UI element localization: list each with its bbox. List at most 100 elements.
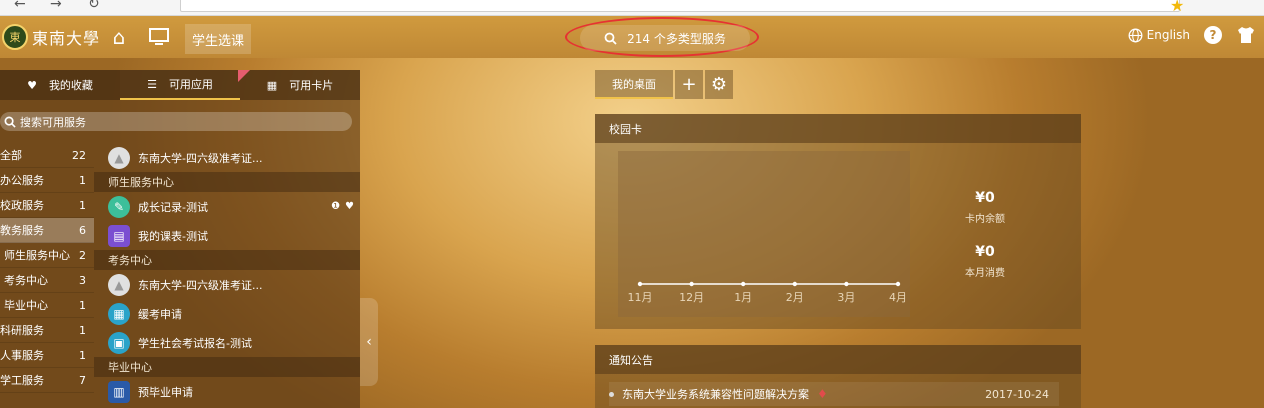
category-name: 办公服务 (0, 174, 44, 187)
home-icon[interactable]: ⌂ (104, 22, 134, 52)
search-placeholder: 搜索可用服务 (20, 115, 86, 129)
panel-tabs: ♥ 我的收藏 ☰ 可用应用 ▦ 可用卡片 (0, 70, 360, 100)
subcategory-item[interactable]: 师生服务中心 2 (0, 243, 94, 268)
desktop-icon[interactable] (144, 22, 174, 52)
bullet-dot (609, 391, 614, 397)
tab-student-course-selection[interactable]: 学生选课 (185, 24, 252, 54)
category-item[interactable]: 办公服务 1 (0, 168, 94, 193)
x-tick-label: 3月 (837, 291, 855, 304)
category-count: 1 (79, 173, 86, 187)
service-item[interactable]: ▤ 我的课表-测试 (94, 221, 360, 250)
collapse-panel-handle[interactable]: ‹ (360, 298, 378, 386)
clipboard-icon: ▦ (108, 302, 130, 325)
service-item[interactable]: ▣ 学生社会考试报名-测试 (94, 328, 360, 357)
category-name: 师生服务中心 (4, 249, 70, 262)
category-name: 全部 (0, 149, 22, 162)
category-name: 人事服务 (0, 349, 44, 362)
data-point[interactable] (689, 281, 694, 287)
data-point[interactable] (895, 281, 901, 287)
tab-available-cards[interactable]: ▦ 可用卡片 (240, 70, 360, 100)
data-point[interactable] (844, 281, 849, 287)
service-item[interactable]: ▲ 东南大学-四六级准考证... (94, 143, 360, 172)
theme-shirt-icon[interactable] (1236, 26, 1256, 44)
address-bar[interactable] (180, 0, 1180, 12)
data-point[interactable] (792, 281, 797, 287)
category-item[interactable]: 全部 22 (0, 143, 94, 168)
x-tick-label: 4月 (889, 291, 907, 304)
search-label: 214 个多类型服务 (627, 31, 726, 46)
service-item[interactable]: ▥ 预毕业申请 (94, 377, 360, 406)
language-label: English (1146, 28, 1190, 42)
desktop-tabs: 我的桌面 + ⚙ (595, 70, 733, 99)
service-name: 学生社会考试报名-测试 (138, 336, 252, 350)
monthly-spend-value: ¥0 (975, 244, 995, 260)
university-logo[interactable]: 東 東南大學 (2, 24, 100, 50)
category-item[interactable]: 校政服务 1 (0, 193, 94, 218)
data-point[interactable] (637, 281, 643, 287)
service-group-header: 考务中心 (94, 250, 360, 270)
category-item[interactable]: 学工服务 7 (0, 368, 94, 393)
category-count: 1 (79, 323, 86, 337)
subcategory-item[interactable]: 考务中心 3 (0, 268, 94, 293)
back-icon[interactable]: ← (14, 0, 26, 12)
category-item[interactable]: 教务服务 6 (0, 218, 94, 243)
forward-icon[interactable]: → (50, 0, 62, 12)
tab-my-favorites[interactable]: ♥ 我的收藏 (0, 70, 120, 100)
category-item[interactable]: 科研服务 1 (0, 318, 94, 343)
campus-card-widget: 校园卡 11月 12月 1月 2月 3月 4月 ¥0 卡内余额 ¥0 本月消费 (595, 114, 1081, 329)
subcategory-item[interactable]: 毕业中心 1 (0, 293, 94, 318)
reload-icon[interactable]: ↻ (88, 0, 100, 12)
balance-value: ¥0 (975, 190, 995, 206)
service-group-header: 师生服务中心 (94, 172, 360, 192)
image-placeholder-icon: ▲ (108, 146, 130, 169)
service-name: 缓考申请 (138, 307, 182, 321)
globe-icon (1128, 28, 1143, 42)
tab-label: 可用卡片 (289, 79, 334, 92)
category-name: 科研服务 (0, 324, 44, 337)
settings-gear-icon[interactable]: ⚙ (705, 70, 733, 99)
service-search-input[interactable]: 搜索可用服务 (0, 112, 352, 131)
tab-available-apps[interactable]: ☰ 可用应用 (120, 70, 250, 100)
category-list: 全部 22 办公服务 1 校政服务 1 教务服务 6 师生服务中心 2 考务中心 3 毕业中… (0, 143, 94, 393)
category-count: 22 (72, 148, 86, 162)
logo-text: 東南大學 (32, 29, 101, 48)
help-icon[interactable]: ? (1204, 26, 1222, 44)
image-placeholder-icon: ▲ (108, 273, 130, 296)
tab-label: 可用应用 (168, 78, 213, 91)
list-icon: ☰ (147, 77, 157, 91)
category-count: 1 (79, 348, 86, 362)
bookmark-star-icon[interactable]: ★ (1170, 0, 1184, 15)
notice-date: 2017-10-24 (985, 387, 1049, 401)
service-group-header: 毕业中心 (94, 357, 360, 377)
global-search[interactable]: 214 个多类型服务 (580, 25, 750, 51)
category-name: 校政服务 (0, 199, 44, 212)
service-item[interactable]: ▲ 东南大学-四六级准考证... (94, 270, 360, 299)
x-tick-label: 11月 (628, 291, 653, 304)
tab-my-desktop[interactable]: 我的桌面 (595, 70, 673, 99)
info-icon[interactable]: ❶ (331, 201, 340, 212)
card-title: 校园卡 (595, 114, 1081, 143)
service-item[interactable]: ▦ 缓考申请 (94, 299, 360, 328)
notice-item[interactable]: 东南大学业务系统兼容性问题解决方案 ♦ 2017-10-24 (609, 382, 1059, 406)
category-name: 毕业中心 (4, 299, 48, 312)
top-nav-bar: 東 東南大學 ⌂ 学生选课 214 个多类型服务 English ? (0, 16, 1264, 58)
x-tick-label: 2月 (786, 291, 804, 304)
balance-stat: ¥0 卡内余额 (935, 190, 1035, 225)
category-name: 教务服务 (0, 224, 44, 237)
spending-chart: 11月 12月 1月 2月 3月 4月 (618, 151, 910, 317)
category-count: 6 (79, 223, 86, 237)
service-name: 成长记录-测试 (138, 200, 208, 214)
category-count: 1 (79, 198, 86, 212)
category-name: 学工服务 (0, 374, 44, 387)
favorite-heart-icon[interactable]: ♥ (345, 201, 354, 212)
browser-chrome: ← → ↻ ★ (0, 0, 1264, 16)
search-icon (4, 116, 16, 128)
category-count: 7 (79, 373, 86, 387)
language-switch[interactable]: English (1128, 28, 1190, 43)
service-name: 东南大学-四六级准考证... (138, 278, 263, 292)
service-item[interactable]: ✎ 成长记录-测试 ❶ ♥ (94, 192, 360, 221)
data-point[interactable] (741, 281, 746, 287)
add-desktop-button[interactable]: + (675, 70, 703, 99)
x-tick-label: 12月 (679, 291, 704, 304)
category-item[interactable]: 人事服务 1 (0, 343, 94, 368)
